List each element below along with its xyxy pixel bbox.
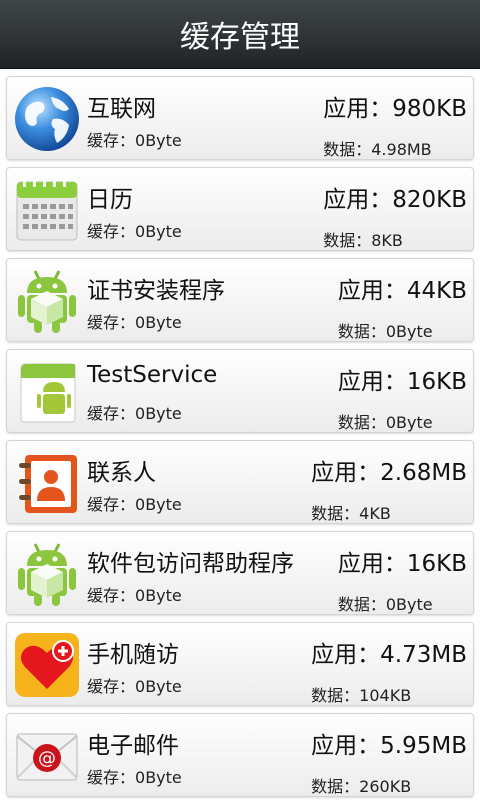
- size-info: 应用：5.95MB 数据：260KB: [311, 726, 467, 797]
- cache-size: 缓存：0Byte: [87, 313, 182, 332]
- size-info: 应用：820KB 数据：8KB: [323, 180, 467, 251]
- data-size: 数据：4.98MB: [323, 140, 432, 159]
- android-default-icon: [13, 358, 81, 426]
- data-size: 数据：0Byte: [337, 413, 433, 432]
- list-item-email[interactable]: @ 电子邮件 缓存：0Byte 应用：5.95MB 数据：260KB: [6, 713, 474, 797]
- page-title: 缓存管理: [180, 20, 300, 55]
- app-name: 证书安装程序: [87, 278, 225, 304]
- calendar-icon: [13, 176, 81, 244]
- cache-size: 缓存：0Byte: [87, 677, 182, 696]
- list-item-contacts[interactable]: 联系人 缓存：0Byte 应用：2.68MB 数据：4KB: [6, 440, 474, 524]
- contacts-icon: [13, 449, 81, 517]
- app-size: 应用：5.95MB: [311, 733, 467, 759]
- data-size: 数据：104KB: [311, 686, 412, 705]
- app-size: 应用：16KB: [337, 551, 467, 577]
- svg-text:@: @: [38, 748, 56, 769]
- app-size: 应用：44KB: [337, 278, 467, 304]
- cache-size: 缓存：0Byte: [87, 768, 182, 787]
- app-name: 日历: [87, 187, 133, 213]
- list-item-package-access-helper[interactable]: 软件包访问帮助程序 缓存：0Byte 应用：16KB 数据：0Byte: [6, 531, 474, 615]
- cache-size: 缓存：0Byte: [87, 404, 182, 423]
- email-icon: @: [13, 722, 81, 790]
- size-info: 应用：2.68MB 数据：4KB: [311, 453, 467, 524]
- size-info: 应用：44KB 数据：0Byte: [338, 271, 467, 342]
- data-size: 数据：4KB: [311, 504, 391, 523]
- size-info: 应用：16KB 数据：0Byte: [338, 544, 467, 615]
- list-item-calendar[interactable]: 日历 缓存：0Byte 应用：820KB 数据：8KB: [6, 167, 474, 251]
- list-item-testservice[interactable]: TestService 缓存：0Byte 应用：16KB 数据：0Byte: [6, 349, 474, 433]
- list-item-mobile-followup[interactable]: 手机随访 缓存：0Byte 应用：4.73MB 数据：104KB: [6, 622, 474, 706]
- cache-size: 缓存：0Byte: [87, 586, 182, 605]
- app-name: 联系人: [87, 460, 156, 486]
- app-size: 应用：4.73MB: [311, 642, 467, 668]
- size-info: 应用：980KB 数据：4.98MB: [323, 89, 467, 160]
- data-size: 数据：0Byte: [337, 322, 433, 341]
- data-size: 数据：0Byte: [337, 595, 433, 614]
- data-size: 数据：260KB: [311, 777, 412, 796]
- android-package-icon: [13, 540, 81, 608]
- globe-icon: [13, 85, 81, 153]
- app-name: 手机随访: [87, 642, 179, 668]
- cache-size: 缓存：0Byte: [87, 131, 182, 150]
- app-size: 应用：820KB: [323, 187, 467, 213]
- size-info: 应用：16KB 数据：0Byte: [338, 362, 467, 433]
- app-name: 软件包访问帮助程序: [87, 551, 294, 577]
- data-size: 数据：8KB: [323, 231, 403, 250]
- app-name: 互联网: [87, 96, 156, 122]
- app-name: TestService: [87, 362, 218, 388]
- heart-plus-icon: [13, 631, 81, 699]
- cache-size: 缓存：0Byte: [87, 495, 182, 514]
- android-package-icon: [13, 267, 81, 335]
- list-item-browser[interactable]: 互联网 缓存：0Byte 应用：980KB 数据：4.98MB: [6, 76, 474, 160]
- app-size: 应用：980KB: [323, 96, 467, 122]
- app-size: 应用：2.68MB: [311, 460, 467, 486]
- list-item-certificate-installer[interactable]: 证书安装程序 缓存：0Byte 应用：44KB 数据：0Byte: [6, 258, 474, 342]
- app-name: 电子邮件: [87, 733, 179, 759]
- cache-size: 缓存：0Byte: [87, 222, 182, 241]
- size-info: 应用：4.73MB 数据：104KB: [311, 635, 467, 706]
- app-size: 应用：16KB: [337, 369, 467, 395]
- title-bar: 缓存管理: [0, 0, 480, 68]
